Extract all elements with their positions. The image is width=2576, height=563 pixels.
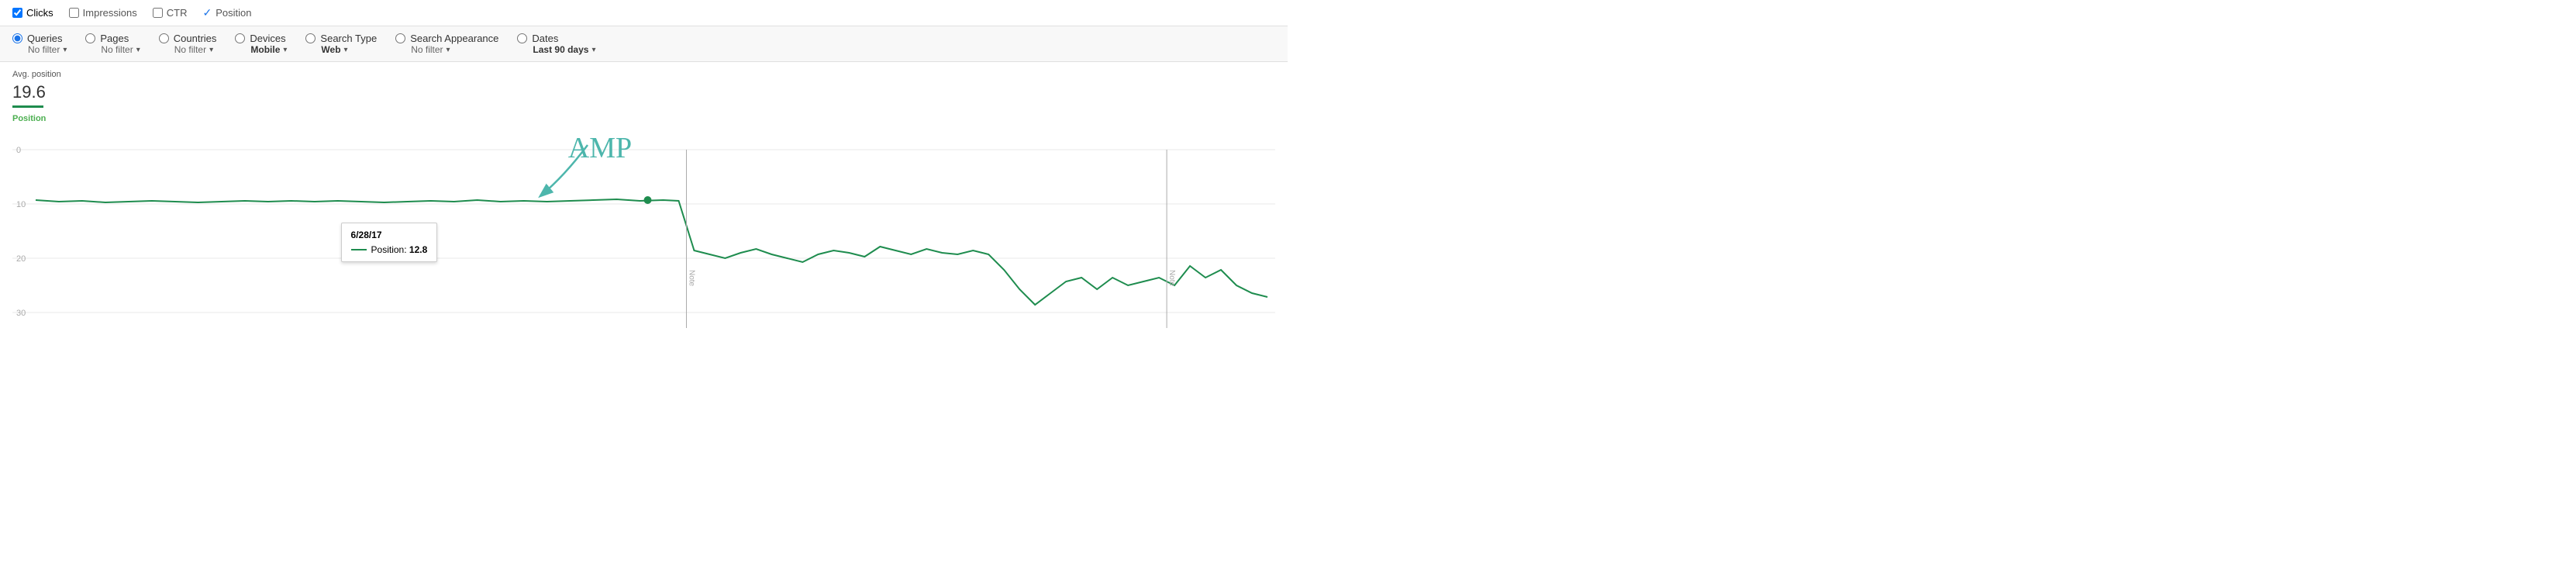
filter-devices[interactable]: Devices Mobile ▾ — [235, 33, 287, 55]
impressions-label: Impressions — [83, 7, 137, 19]
tooltip-dot — [644, 196, 652, 204]
search-type-filter-label: Search Type — [320, 33, 377, 44]
devices-dropdown-icon: ▾ — [283, 46, 287, 54]
position-label: Position — [216, 7, 251, 19]
search-appearance-radio[interactable] — [395, 33, 405, 43]
amp-arrow-icon — [518, 137, 611, 215]
devices-radio[interactable] — [235, 33, 245, 43]
countries-dropdown-icon: ▾ — [209, 46, 213, 54]
pages-radio[interactable] — [85, 33, 95, 43]
dates-dropdown-icon: ▾ — [591, 46, 595, 54]
checkbox-bar: Clicks Impressions CTR ✓ Position — [0, 0, 1288, 26]
svg-text:Note: Note — [687, 270, 695, 287]
ctr-checkbox[interactable] — [153, 8, 163, 18]
search-type-radio[interactable] — [305, 33, 316, 43]
filter-search-appearance[interactable]: Search Appearance No filter ▾ — [395, 33, 498, 55]
impressions-checkbox[interactable] — [69, 8, 79, 18]
pages-filter-label: Pages — [100, 33, 129, 44]
filter-countries[interactable]: Countries No filter ▾ — [159, 33, 217, 55]
queries-sublabel[interactable]: No filter ▾ — [28, 44, 67, 55]
svg-text:Note: Note — [1167, 270, 1176, 287]
chart-container: 0 10 20 30 Note Note AMP — [12, 126, 1275, 344]
clicks-label: Clicks — [26, 7, 53, 19]
pages-sublabel[interactable]: No filter ▾ — [101, 44, 140, 55]
clicks-checkbox[interactable] — [12, 8, 22, 18]
svg-text:20: 20 — [16, 254, 26, 264]
filter-queries[interactable]: Queries No filter ▾ — [12, 33, 67, 55]
filter-pages[interactable]: Pages No filter ▾ — [85, 33, 140, 55]
position-checkmark-icon: ✓ — [202, 6, 212, 19]
devices-filter-label: Devices — [250, 33, 285, 44]
countries-sublabel[interactable]: No filter ▾ — [174, 44, 213, 55]
tooltip-metric-value: 12.8 — [409, 244, 427, 255]
avg-position-value: 19.6 — [12, 82, 1275, 102]
search-appearance-sublabel[interactable]: No filter ▾ — [411, 44, 450, 55]
avg-position-underline — [12, 105, 43, 108]
filter-search-type[interactable]: Search Type Web ▾ — [305, 33, 377, 55]
chart-svg: 0 10 20 30 Note Note — [12, 126, 1275, 344]
filter-bar: Queries No filter ▾ Pages No filter ▾ Co… — [0, 26, 1288, 62]
ctr-label: CTR — [167, 7, 188, 19]
svg-text:30: 30 — [16, 309, 26, 318]
avg-position-title: Avg. position — [12, 70, 1275, 79]
ctr-checkbox-item[interactable]: CTR — [153, 7, 188, 19]
devices-sublabel[interactable]: Mobile ▾ — [250, 44, 287, 55]
dates-sublabel[interactable]: Last 90 days ▾ — [533, 44, 595, 55]
svg-text:0: 0 — [16, 146, 21, 155]
tooltip-legend-line — [351, 249, 367, 250]
search-appearance-filter-label: Search Appearance — [410, 33, 498, 44]
chart-y-axis-label: Position — [12, 114, 1275, 123]
dates-radio[interactable] — [517, 33, 527, 43]
svg-text:10: 10 — [16, 200, 26, 209]
dates-filter-label: Dates — [532, 33, 558, 44]
chart-area: Position 0 10 20 30 Note Note A — [0, 114, 1288, 344]
tooltip-metric-label: Position: 12.8 — [371, 244, 428, 255]
queries-dropdown-icon: ▾ — [63, 46, 67, 54]
clicks-checkbox-item[interactable]: Clicks — [12, 7, 53, 19]
tooltip-date: 6/28/17 — [351, 230, 428, 240]
queries-filter-label: Queries — [27, 33, 63, 44]
countries-filter-label: Countries — [174, 33, 217, 44]
tooltip-box: 6/28/17 Position: 12.8 — [341, 223, 438, 262]
pages-dropdown-icon: ▾ — [136, 46, 140, 54]
tooltip-metric-row: Position: 12.8 — [351, 244, 428, 255]
filter-dates[interactable]: Dates Last 90 days ▾ — [517, 33, 595, 55]
avg-position-section: Avg. position 19.6 — [0, 62, 1288, 108]
position-check-item: ✓ Position — [202, 6, 251, 19]
impressions-checkbox-item[interactable]: Impressions — [69, 7, 137, 19]
search-type-dropdown-icon: ▾ — [344, 46, 348, 54]
search-appearance-dropdown-icon: ▾ — [447, 46, 450, 54]
queries-radio[interactable] — [12, 33, 22, 43]
countries-radio[interactable] — [159, 33, 169, 43]
search-type-sublabel[interactable]: Web ▾ — [321, 44, 347, 55]
